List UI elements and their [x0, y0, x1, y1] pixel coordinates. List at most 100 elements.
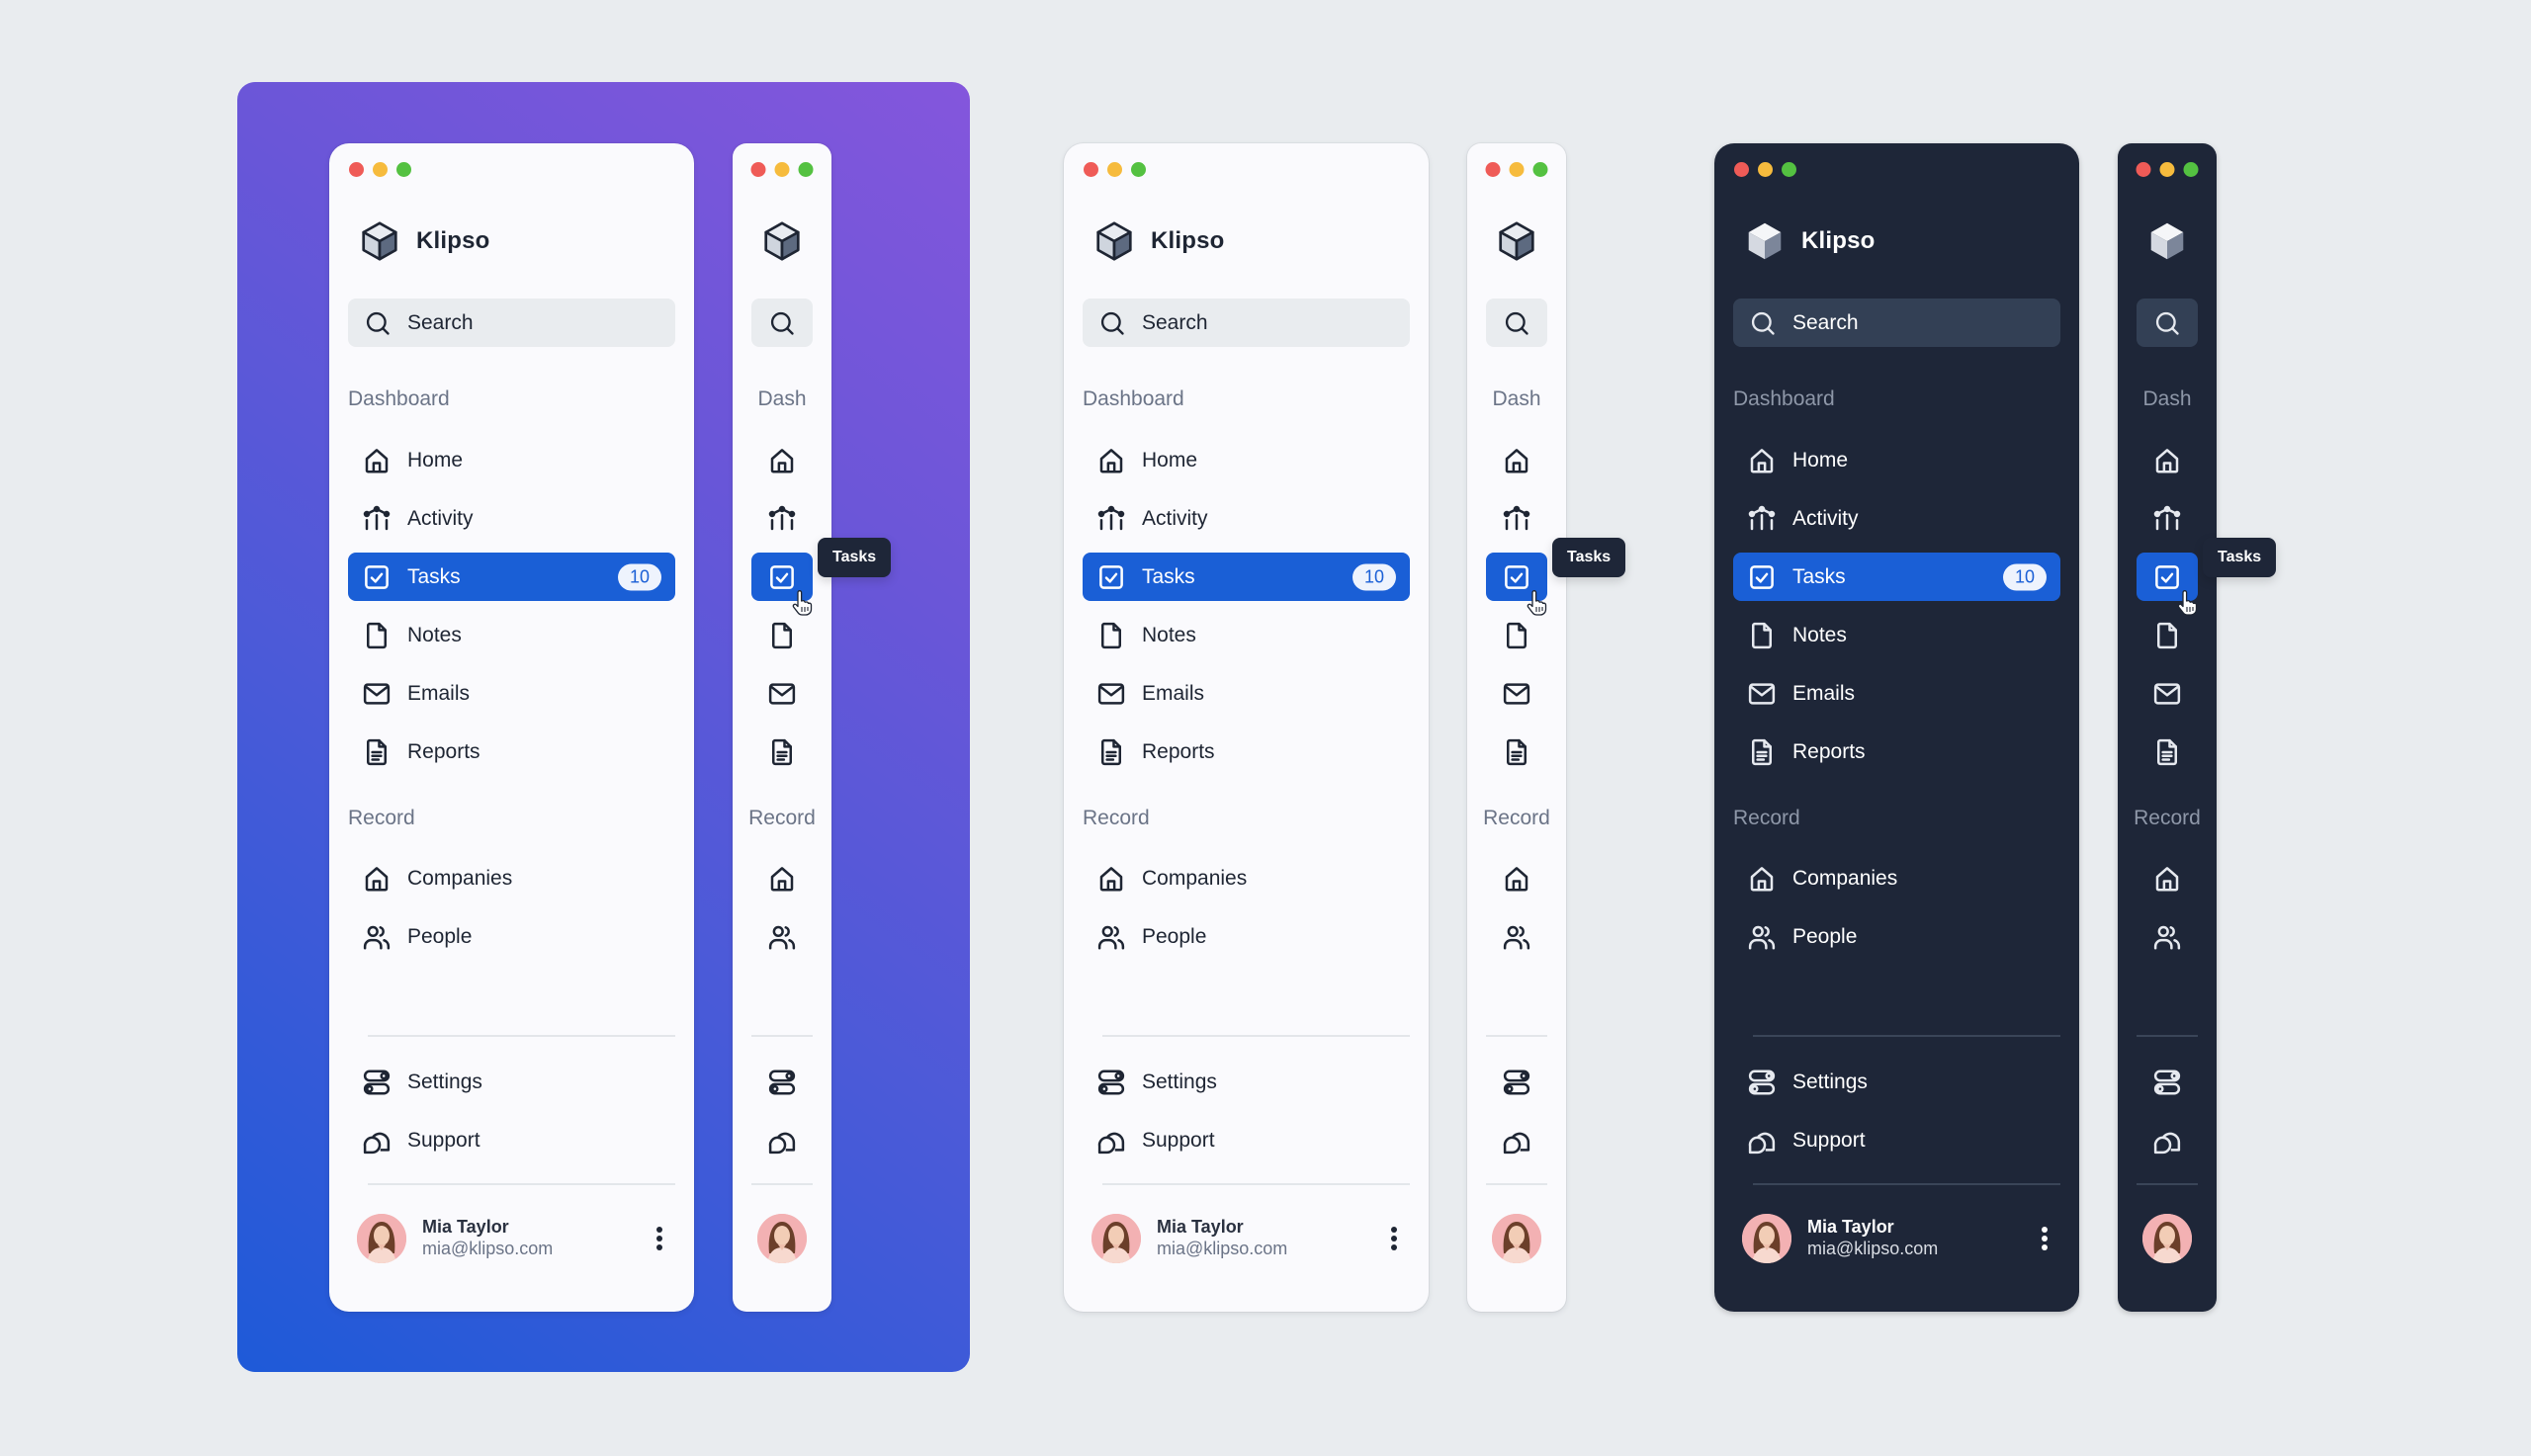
count-badge: 10 — [2002, 563, 2047, 590]
close-window-button[interactable] — [1734, 162, 1749, 177]
nav-item-notes[interactable] — [1486, 611, 1547, 659]
nav-item-reports[interactable] — [751, 728, 813, 776]
nav-item-notes[interactable] — [751, 611, 813, 659]
nav-item-people[interactable] — [2137, 912, 2198, 961]
minimize-window-button[interactable] — [2159, 162, 2175, 177]
nav-item-companies[interactable]: Companies — [348, 854, 675, 902]
close-window-button[interactable] — [1084, 162, 1098, 177]
nav-item-support[interactable]: Support — [348, 1116, 675, 1164]
nav-item-activity[interactable] — [2137, 494, 2198, 543]
nav-item-settings[interactable] — [751, 1058, 813, 1106]
nav-item-reports[interactable]: Reports — [348, 728, 675, 776]
search-input[interactable]: Search — [1733, 299, 2060, 347]
maximize-window-button[interactable] — [396, 162, 411, 177]
nav-item-support[interactable] — [1486, 1116, 1547, 1164]
search-button[interactable] — [751, 299, 813, 347]
nav-item-home[interactable]: Home — [1083, 436, 1410, 484]
nav-item-activity[interactable]: Activity — [348, 494, 675, 543]
activity-icon — [1502, 504, 1531, 534]
nav-item-people[interactable]: People — [348, 912, 675, 961]
nav-item-companies[interactable] — [2137, 854, 2198, 902]
nav-item-people[interactable]: People — [1083, 912, 1410, 961]
nav-item-support[interactable]: Support — [1733, 1116, 2060, 1164]
nav-item-emails[interactable] — [2137, 669, 2198, 718]
nav-item-support[interactable] — [2137, 1116, 2198, 1164]
nav-item-emails[interactable]: Emails — [348, 669, 675, 718]
nav-item-people[interactable] — [1486, 912, 1547, 961]
maximize-window-button[interactable] — [2183, 162, 2199, 177]
search-input[interactable]: Search — [348, 299, 675, 347]
nav-item-tasks[interactable]: Tasks 10 — [1733, 553, 2060, 601]
nav-item-activity[interactable]: Activity — [1083, 494, 1410, 543]
more-options-button[interactable] — [2035, 1224, 2054, 1253]
nav-item-home[interactable]: Home — [348, 436, 675, 484]
user-profile[interactable] — [1492, 1213, 1541, 1264]
nav-item-companies[interactable] — [751, 854, 813, 902]
more-options-button[interactable] — [650, 1224, 669, 1253]
nav-item-support[interactable]: Support — [1083, 1116, 1410, 1164]
nav-item-settings[interactable] — [2137, 1058, 2198, 1106]
nav-item-activity[interactable] — [1486, 494, 1547, 543]
close-window-button[interactable] — [349, 162, 364, 177]
nav-item-settings[interactable]: Settings — [1733, 1058, 2060, 1106]
nav-item-people[interactable]: People — [1733, 912, 2060, 961]
close-window-button[interactable] — [1485, 162, 1501, 177]
maximize-window-button[interactable] — [1532, 162, 1548, 177]
nav-item-reports[interactable] — [1486, 728, 1547, 776]
minimize-window-button[interactable] — [774, 162, 790, 177]
minimize-window-button[interactable] — [373, 162, 388, 177]
nav-item-emails[interactable] — [751, 669, 813, 718]
nav-item-people[interactable] — [751, 912, 813, 961]
nav-item-settings[interactable]: Settings — [348, 1058, 675, 1106]
user-email: mia@klipso.com — [1807, 1239, 1939, 1258]
nav-item-home[interactable] — [1486, 436, 1547, 484]
search-input[interactable]: Search — [1083, 299, 1410, 347]
brand[interactable] — [2144, 218, 2190, 264]
maximize-window-button[interactable] — [798, 162, 814, 177]
more-options-button[interactable] — [1384, 1224, 1404, 1253]
user-profile[interactable]: Mia Taylor mia@klipso.com — [1091, 1213, 1410, 1264]
nav-item-home[interactable]: Home — [1733, 436, 2060, 484]
maximize-window-button[interactable] — [1782, 162, 1796, 177]
nav-item-notes[interactable]: Notes — [1083, 611, 1410, 659]
nav-item-reports[interactable] — [2137, 728, 2198, 776]
user-profile[interactable]: Mia Taylor mia@klipso.com — [357, 1213, 675, 1264]
nav-item-home[interactable] — [2137, 436, 2198, 484]
activity-icon — [362, 504, 392, 534]
user-profile[interactable]: Mia Taylor mia@klipso.com — [1742, 1213, 2060, 1264]
minimize-window-button[interactable] — [1509, 162, 1525, 177]
nav-item-companies[interactable] — [1486, 854, 1547, 902]
minimize-window-button[interactable] — [1107, 162, 1122, 177]
nav-item-notes[interactable]: Notes — [1733, 611, 2060, 659]
nav-item-reports[interactable]: Reports — [1733, 728, 2060, 776]
nav-item-settings[interactable]: Settings — [1083, 1058, 1410, 1106]
minimize-window-button[interactable] — [1758, 162, 1773, 177]
brand[interactable]: Klipso — [1742, 218, 1876, 264]
nav-item-home[interactable] — [751, 436, 813, 484]
nav-item-emails[interactable] — [1486, 669, 1547, 718]
nav-item-companies[interactable]: Companies — [1733, 854, 2060, 902]
brand[interactable] — [1494, 218, 1539, 264]
close-window-button[interactable] — [750, 162, 766, 177]
nav-item-settings[interactable] — [1486, 1058, 1547, 1106]
nav-item-tasks[interactable]: Tasks 10 — [1083, 553, 1410, 601]
brand[interactable]: Klipso — [1091, 218, 1225, 264]
nav-item-companies[interactable]: Companies — [1083, 854, 1410, 902]
nav-item-notes[interactable]: Notes — [348, 611, 675, 659]
nav-item-tasks[interactable]: Tasks 10 — [348, 553, 675, 601]
nav-item-support[interactable] — [751, 1116, 813, 1164]
user-profile[interactable] — [2142, 1213, 2192, 1264]
close-window-button[interactable] — [2136, 162, 2151, 177]
nav-item-activity[interactable] — [751, 494, 813, 543]
search-button[interactable] — [1486, 299, 1547, 347]
nav-item-emails[interactable]: Emails — [1733, 669, 2060, 718]
user-profile[interactable] — [757, 1213, 807, 1264]
maximize-window-button[interactable] — [1131, 162, 1146, 177]
nav-item-activity[interactable]: Activity — [1733, 494, 2060, 543]
nav-item-emails[interactable]: Emails — [1083, 669, 1410, 718]
brand[interactable] — [759, 218, 805, 264]
nav-item-notes[interactable] — [2137, 611, 2198, 659]
nav-item-reports[interactable]: Reports — [1083, 728, 1410, 776]
brand[interactable]: Klipso — [357, 218, 490, 264]
search-button[interactable] — [2137, 299, 2198, 347]
